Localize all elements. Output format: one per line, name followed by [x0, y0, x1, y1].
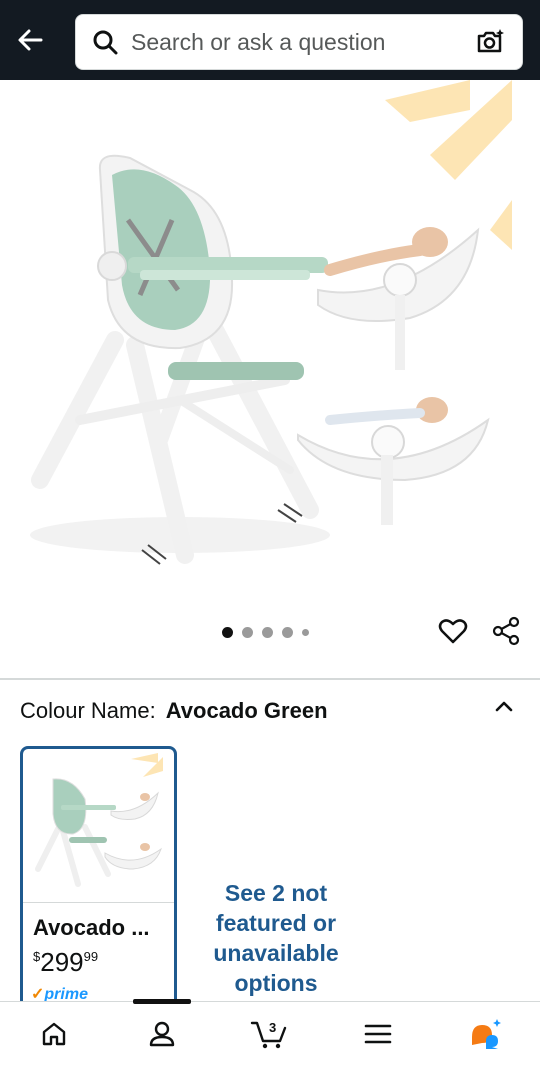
carousel-dot[interactable] — [241, 626, 253, 638]
price-whole: 299 — [40, 947, 84, 977]
home-icon — [42, 1022, 66, 1045]
variation-selected-value: Avocado Green — [165, 698, 328, 723]
back-button[interactable] — [10, 20, 50, 60]
variant-thumbnail-image — [35, 753, 163, 887]
variant-thumbnail — [23, 749, 174, 903]
carousel-dot[interactable] — [301, 628, 309, 636]
nav-account[interactable] — [132, 1004, 192, 1064]
see-unavailable-options-link[interactable]: See 2 not featured or unavailable option… — [196, 878, 356, 998]
carousel-dot[interactable] — [221, 626, 233, 638]
nav-cart[interactable]: 3 — [240, 1004, 300, 1064]
carousel-dot[interactable] — [281, 626, 293, 638]
account-icon — [149, 1021, 175, 1046]
chevron-up-icon — [495, 701, 513, 712]
back-arrow-icon — [18, 29, 43, 51]
variant-name: Avocado ... — [33, 915, 150, 940]
search-input[interactable] — [119, 28, 470, 56]
collapse-variations-button[interactable] — [488, 690, 520, 722]
camera-search-icon[interactable] — [470, 22, 510, 62]
cart-icon: 3 — [250, 1020, 287, 1048]
variant-option-card[interactable]: Avocado ... $29999 ✓prime — [20, 746, 177, 1016]
product-image[interactable] — [0, 80, 540, 600]
menu-icon — [364, 1024, 392, 1043]
bottom-navigation-bar: 3 — [0, 999, 540, 1065]
variation-header: Colour Name: Avocado Green — [20, 698, 328, 724]
add-to-list-button[interactable] — [436, 614, 470, 648]
search-icon — [91, 28, 119, 56]
share-icon — [492, 616, 520, 646]
nav-home[interactable] — [24, 1004, 84, 1064]
rufus-assistant-icon — [472, 1018, 501, 1049]
heart-icon — [438, 619, 468, 644]
variant-price: $29999 — [33, 947, 174, 978]
section-divider — [0, 678, 540, 680]
share-button[interactable] — [489, 614, 523, 648]
search-bar[interactable] — [75, 14, 523, 70]
high-chair-image — [30, 80, 512, 565]
top-app-bar — [0, 0, 540, 80]
carousel-dot[interactable] — [261, 626, 273, 638]
cart-count: 3 — [269, 1020, 276, 1035]
variation-label: Colour Name: — [20, 698, 156, 723]
price-fraction: 99 — [83, 949, 99, 964]
nav-rufus[interactable] — [456, 1004, 516, 1064]
nav-menu[interactable] — [348, 1004, 408, 1064]
